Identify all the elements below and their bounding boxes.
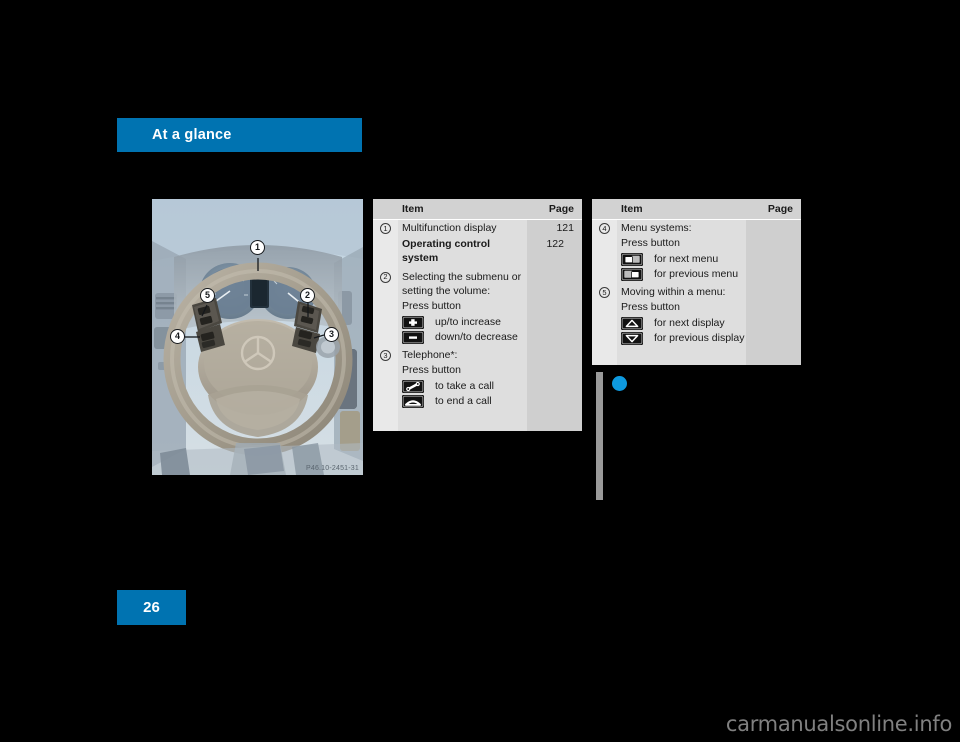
icon-label: down/to decrease bbox=[435, 331, 518, 343]
icon-row-take-call: to take a call bbox=[402, 379, 527, 393]
item-description: Selecting the submenu or setting the vol… bbox=[402, 270, 522, 312]
page-number-tab: 26 bbox=[117, 590, 186, 625]
icon-label: for previous display bbox=[654, 332, 745, 344]
minus-button-icon[interactable] bbox=[402, 331, 424, 344]
table-row: 3 Telephone*: Press button to take a cal… bbox=[373, 347, 582, 408]
table-row: 2 Selecting the submenu or setting the v… bbox=[373, 269, 582, 344]
table-row: Operating control system 122 bbox=[373, 236, 582, 266]
item-number-cell: 1 bbox=[373, 220, 398, 234]
item-page-number bbox=[527, 269, 582, 270]
item-description-block: Telephone*: Press button to take a call … bbox=[398, 347, 527, 408]
item-description: Menu systems: Press button bbox=[621, 222, 692, 249]
table-row: 4 Menu systems: Press button for next me… bbox=[592, 220, 801, 281]
table-header-row: Item Page bbox=[373, 199, 582, 220]
item-description-block: Menu systems: Press button for next menu… bbox=[617, 220, 746, 281]
icon-label: up/to increase bbox=[435, 315, 501, 328]
item-description: Telephone*: Press button bbox=[402, 349, 461, 376]
callout-4: 4 bbox=[170, 329, 185, 344]
column-header-item: Item bbox=[621, 203, 643, 215]
item-number-cell: 4 bbox=[592, 220, 617, 234]
legend-table-right: Item Page 4 Menu systems: Press button f… bbox=[592, 199, 801, 365]
steering-wheel-illustration: 1 2 3 4 5 P46.10-2451-31 bbox=[152, 199, 363, 475]
icon-row-end-call: to end a call bbox=[402, 395, 527, 408]
arrow-up-button-icon[interactable] bbox=[621, 316, 643, 330]
site-watermark: carmanualsonline.info bbox=[725, 712, 952, 736]
page-number: 26 bbox=[143, 599, 160, 616]
item-description: Multifunction display bbox=[402, 222, 497, 234]
handset-hangup-icon[interactable] bbox=[402, 395, 424, 408]
item-number-badge: 4 bbox=[599, 223, 610, 234]
arrow-down-button-icon[interactable] bbox=[621, 332, 643, 345]
item-number-cell bbox=[373, 236, 398, 239]
chapter-title: At a glance bbox=[152, 127, 232, 143]
icon-label: to end a call bbox=[435, 395, 492, 407]
icon-label: to take a call bbox=[435, 379, 494, 392]
icon-row-previous-display: for previous display bbox=[621, 332, 746, 345]
figure-code: P46.10-2451-31 bbox=[305, 465, 359, 472]
item-page-number[interactable]: 122 bbox=[517, 236, 572, 252]
icon-label: for previous menu bbox=[654, 268, 739, 280]
item-page-number bbox=[746, 284, 801, 285]
item-description-block: Moving within a menu: Press button for n… bbox=[617, 284, 746, 345]
handset-lift-icon[interactable] bbox=[402, 379, 424, 393]
callout-5: 5 bbox=[200, 288, 215, 303]
column-header-page: Page bbox=[548, 203, 574, 215]
item-number-badge: 3 bbox=[380, 350, 391, 361]
table-row: 1 Multifunction display 121 bbox=[373, 220, 582, 236]
item-number-badge: 2 bbox=[380, 271, 391, 283]
callout-1: 1 bbox=[250, 240, 265, 255]
margin-rule bbox=[596, 372, 603, 500]
item-number-cell: 2 bbox=[373, 269, 398, 283]
item-number-badge: 1 bbox=[380, 223, 391, 234]
next-menu-icon[interactable] bbox=[621, 252, 643, 266]
icon-row-next-menu: for next menu bbox=[621, 252, 746, 266]
item-number-cell: 5 bbox=[592, 284, 617, 298]
icon-row-previous-menu: for previous menu bbox=[621, 268, 746, 281]
column-header-page: Page bbox=[767, 203, 793, 215]
icon-row-plus: up/to increase bbox=[402, 315, 527, 329]
chapter-banner: At a glance bbox=[117, 118, 362, 152]
callout-2: 2 bbox=[300, 288, 315, 303]
table-row: 5 Moving within a menu: Press button for… bbox=[592, 284, 801, 345]
icon-row-next-display: for next display bbox=[621, 316, 746, 330]
item-number-badge: 5 bbox=[599, 287, 610, 298]
item-number-cell: 3 bbox=[373, 347, 398, 361]
item-page-number bbox=[746, 220, 801, 221]
index-marker-dot bbox=[612, 376, 627, 391]
item-page-number[interactable]: 121 bbox=[527, 220, 582, 236]
icon-row-minus: down/to decrease bbox=[402, 331, 527, 344]
item-page-number bbox=[527, 347, 582, 348]
icon-label: for next menu bbox=[654, 252, 719, 265]
plus-button-icon[interactable] bbox=[402, 315, 424, 329]
table-body: 4 Menu systems: Press button for next me… bbox=[592, 220, 801, 345]
item-description: Moving within a menu: Press button bbox=[621, 286, 726, 313]
table-header-row: Item Page bbox=[592, 199, 801, 220]
previous-menu-icon[interactable] bbox=[621, 268, 643, 281]
item-description: Operating control system bbox=[402, 237, 491, 265]
legend-table-left: Item Page 1 Multifunction display 121 Op… bbox=[373, 199, 582, 431]
item-description-block: Selecting the submenu or setting the vol… bbox=[398, 269, 527, 344]
icon-label: for next display bbox=[654, 316, 725, 329]
table-body: 1 Multifunction display 121 Operating co… bbox=[373, 220, 582, 408]
callout-3: 3 bbox=[324, 327, 339, 342]
column-header-item: Item bbox=[402, 203, 424, 215]
